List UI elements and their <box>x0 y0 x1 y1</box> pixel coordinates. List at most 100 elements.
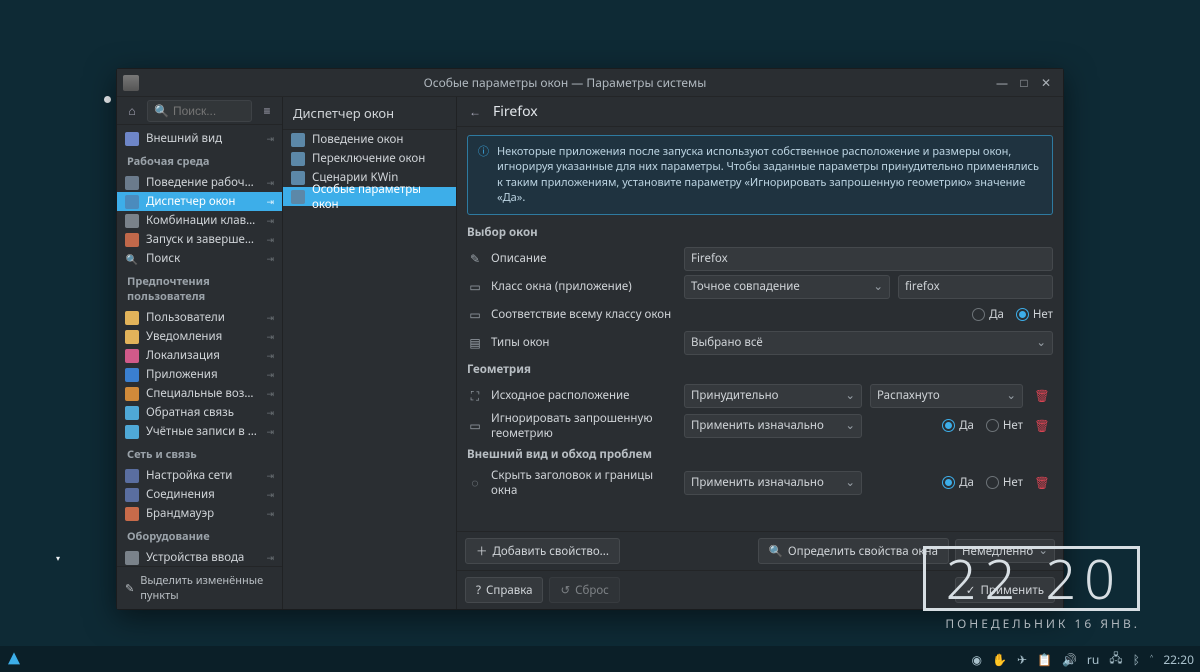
category-icon <box>125 469 139 483</box>
panel-dot-indicator <box>104 96 111 103</box>
maximize-icon: ⛶ <box>467 388 483 404</box>
desktop-clock-widget: 22 20 понедельник 16 янв. <box>923 546 1140 632</box>
ignore-yes[interactable]: Да <box>942 418 974 433</box>
category-icon <box>125 330 139 344</box>
sidebar-group-header: Рабочая среда <box>117 148 282 173</box>
tray-bluetooth-icon[interactable]: ᛒ <box>1133 651 1140 668</box>
subitem-icon <box>291 133 305 147</box>
sidebar-item[interactable]: Приложения ⇥ <box>117 365 282 384</box>
window-title: Особые параметры окон — Параметры систем… <box>139 74 991 91</box>
tray-disc-icon[interactable]: ◉ <box>972 651 982 668</box>
sidebar-item[interactable]: Устройства ввода ⇥ <box>117 548 282 566</box>
hide-yes[interactable]: Да <box>942 475 974 490</box>
chevron-right-icon: ⇥ <box>266 349 274 362</box>
start-icon[interactable] <box>6 651 22 667</box>
sidebar-item[interactable]: Внешний вид ⇥ <box>117 129 282 148</box>
delete-rule-button[interactable]: 🗑 <box>1031 472 1053 494</box>
sidebar-item[interactable]: Локализация ⇥ <box>117 346 282 365</box>
chevron-right-icon: ⇥ <box>266 406 274 419</box>
chevron-right-icon: ⇥ <box>266 330 274 343</box>
category-icon <box>125 214 139 228</box>
section-appearance: Внешний вид и обход проблем <box>467 447 1053 462</box>
chevron-right-icon: ⇥ <box>266 132 274 145</box>
delete-rule-button[interactable]: 🗑 <box>1031 385 1053 407</box>
subitem-icon <box>291 171 305 185</box>
tray-hand-icon[interactable]: ✋ <box>992 651 1007 668</box>
eye-off-icon: ◌ <box>467 475 483 491</box>
ignore-no[interactable]: Нет <box>986 418 1023 433</box>
tray-telegram-icon[interactable]: ✈ <box>1017 651 1027 668</box>
subpanel-item[interactable]: Переключение окон <box>283 149 456 168</box>
sidebar-item[interactable]: Поведение рабочей среды ⇥ <box>117 173 282 192</box>
chevron-right-icon: ⇥ <box>266 368 274 381</box>
minimize-button[interactable]: — <box>991 72 1013 94</box>
window-icon: ▭ <box>467 307 483 323</box>
app-icon <box>123 75 139 91</box>
reset-icon: ↺ <box>560 583 570 598</box>
tray-clipboard-icon[interactable]: 📋 <box>1037 651 1052 668</box>
tray-clock[interactable]: 22:20 <box>1163 651 1194 668</box>
search-icon: 🔍 <box>154 102 169 119</box>
subpanel-item[interactable]: Особые параметры окон <box>283 187 456 206</box>
sidebar-item[interactable]: Соединения ⇥ <box>117 485 282 504</box>
hide-no[interactable]: Нет <box>986 475 1023 490</box>
search-icon: 🔍 <box>769 544 783 559</box>
detail-panel: ← Firefox ⓘ Некоторые приложения после з… <box>457 97 1063 609</box>
sidebar-item[interactable]: Диспетчер окон ⇥ <box>117 192 282 211</box>
pos-mode-select[interactable]: Принудительно <box>684 384 862 408</box>
back-button[interactable]: ← <box>465 102 485 122</box>
category-icon <box>125 387 139 401</box>
tray-chevron-icon[interactable]: ˄ <box>1150 651 1153 668</box>
layers-icon: ▤ <box>467 335 483 351</box>
add-property-button[interactable]: ＋Добавить свойство... <box>465 538 620 564</box>
sidebar-item[interactable]: Уведомления ⇥ <box>117 327 282 346</box>
home-button[interactable]: ⌂ <box>121 100 143 122</box>
info-message: ⓘ Некоторые приложения после запуска исп… <box>467 135 1053 215</box>
sidebar-item[interactable]: Запуск и завершение ⇥ <box>117 230 282 249</box>
system-settings-window: Особые параметры окон — Параметры систем… <box>116 68 1064 610</box>
search-input[interactable]: 🔍 <box>147 100 252 122</box>
chevron-right-icon: ⇥ <box>266 176 274 189</box>
close-button[interactable]: ✕ <box>1035 72 1057 94</box>
pencil-icon: ✎ <box>125 581 134 596</box>
taskbar[interactable]: ◉ ✋ ✈ 📋 🔊 ru 🖧 ᛒ ˄ 22:20 <box>0 646 1200 672</box>
system-tray[interactable]: ◉ ✋ ✈ 📋 🔊 ru 🖧 ᛒ ˄ 22:20 <box>972 649 1194 670</box>
ignore-mode-select[interactable]: Применить изначально <box>684 414 862 438</box>
help-button[interactable]: ?Справка <box>465 577 543 603</box>
hide-mode-select[interactable]: Применить изначально <box>684 471 862 495</box>
hamburger-button[interactable]: ≡ <box>256 100 278 122</box>
sidebar-item[interactable]: Брандмауэр ⇥ <box>117 504 282 523</box>
titlebar[interactable]: Особые параметры окон — Параметры систем… <box>117 69 1063 97</box>
category-icon <box>125 311 139 325</box>
highlight-changed-toggle[interactable]: ✎ Выделить изменённые пункты <box>117 566 282 609</box>
tray-lang[interactable]: ru <box>1087 651 1099 668</box>
whole-class-no[interactable]: Нет <box>1016 307 1053 322</box>
sidebar-item[interactable]: Настройка сети ⇥ <box>117 466 282 485</box>
pos-value-select[interactable]: Распахнуто <box>870 384 1023 408</box>
category-icon <box>125 349 139 363</box>
sidebar-item[interactable]: Комбинации клавиш ⇥ <box>117 211 282 230</box>
whole-class-yes[interactable]: Да <box>972 307 1004 322</box>
section-geometry: Геометрия <box>467 362 1053 377</box>
delete-rule-button[interactable]: 🗑 <box>1031 415 1053 437</box>
sidebar-item[interactable]: Пользователи ⇥ <box>117 308 282 327</box>
detect-window-button[interactable]: 🔍Определить свойства окна <box>758 538 949 564</box>
description-input[interactable]: Firefox <box>684 247 1053 271</box>
clock-time: 22 20 <box>923 546 1140 611</box>
class-match-mode[interactable]: Точное совпадение <box>684 275 890 299</box>
chevron-right-icon: ⇥ <box>266 507 274 520</box>
sidebar-item[interactable]: 🔍 Поиск ⇥ <box>117 249 282 268</box>
window-types-select[interactable]: Выбрано всё <box>684 331 1053 355</box>
subpanel-item[interactable]: Поведение окон <box>283 130 456 149</box>
sidebar-item[interactable]: Обратная связь ⇥ <box>117 403 282 422</box>
class-value-input[interactable]: firefox <box>898 275 1053 299</box>
maximize-button[interactable]: □ <box>1013 72 1035 94</box>
chevron-right-icon: ⇥ <box>266 252 274 265</box>
sidebar-group-header: Оборудование <box>117 523 282 548</box>
tray-network-icon[interactable]: 🖧 <box>1109 649 1122 670</box>
sidebar-item[interactable]: Специальные возможности ⇥ <box>117 384 282 403</box>
sidebar-item[interactable]: Учётные записи в Интернете ⇥ <box>117 422 282 441</box>
tray-volume-icon[interactable]: 🔊 <box>1062 651 1077 668</box>
category-icon <box>125 233 139 247</box>
category-icon <box>125 132 139 146</box>
